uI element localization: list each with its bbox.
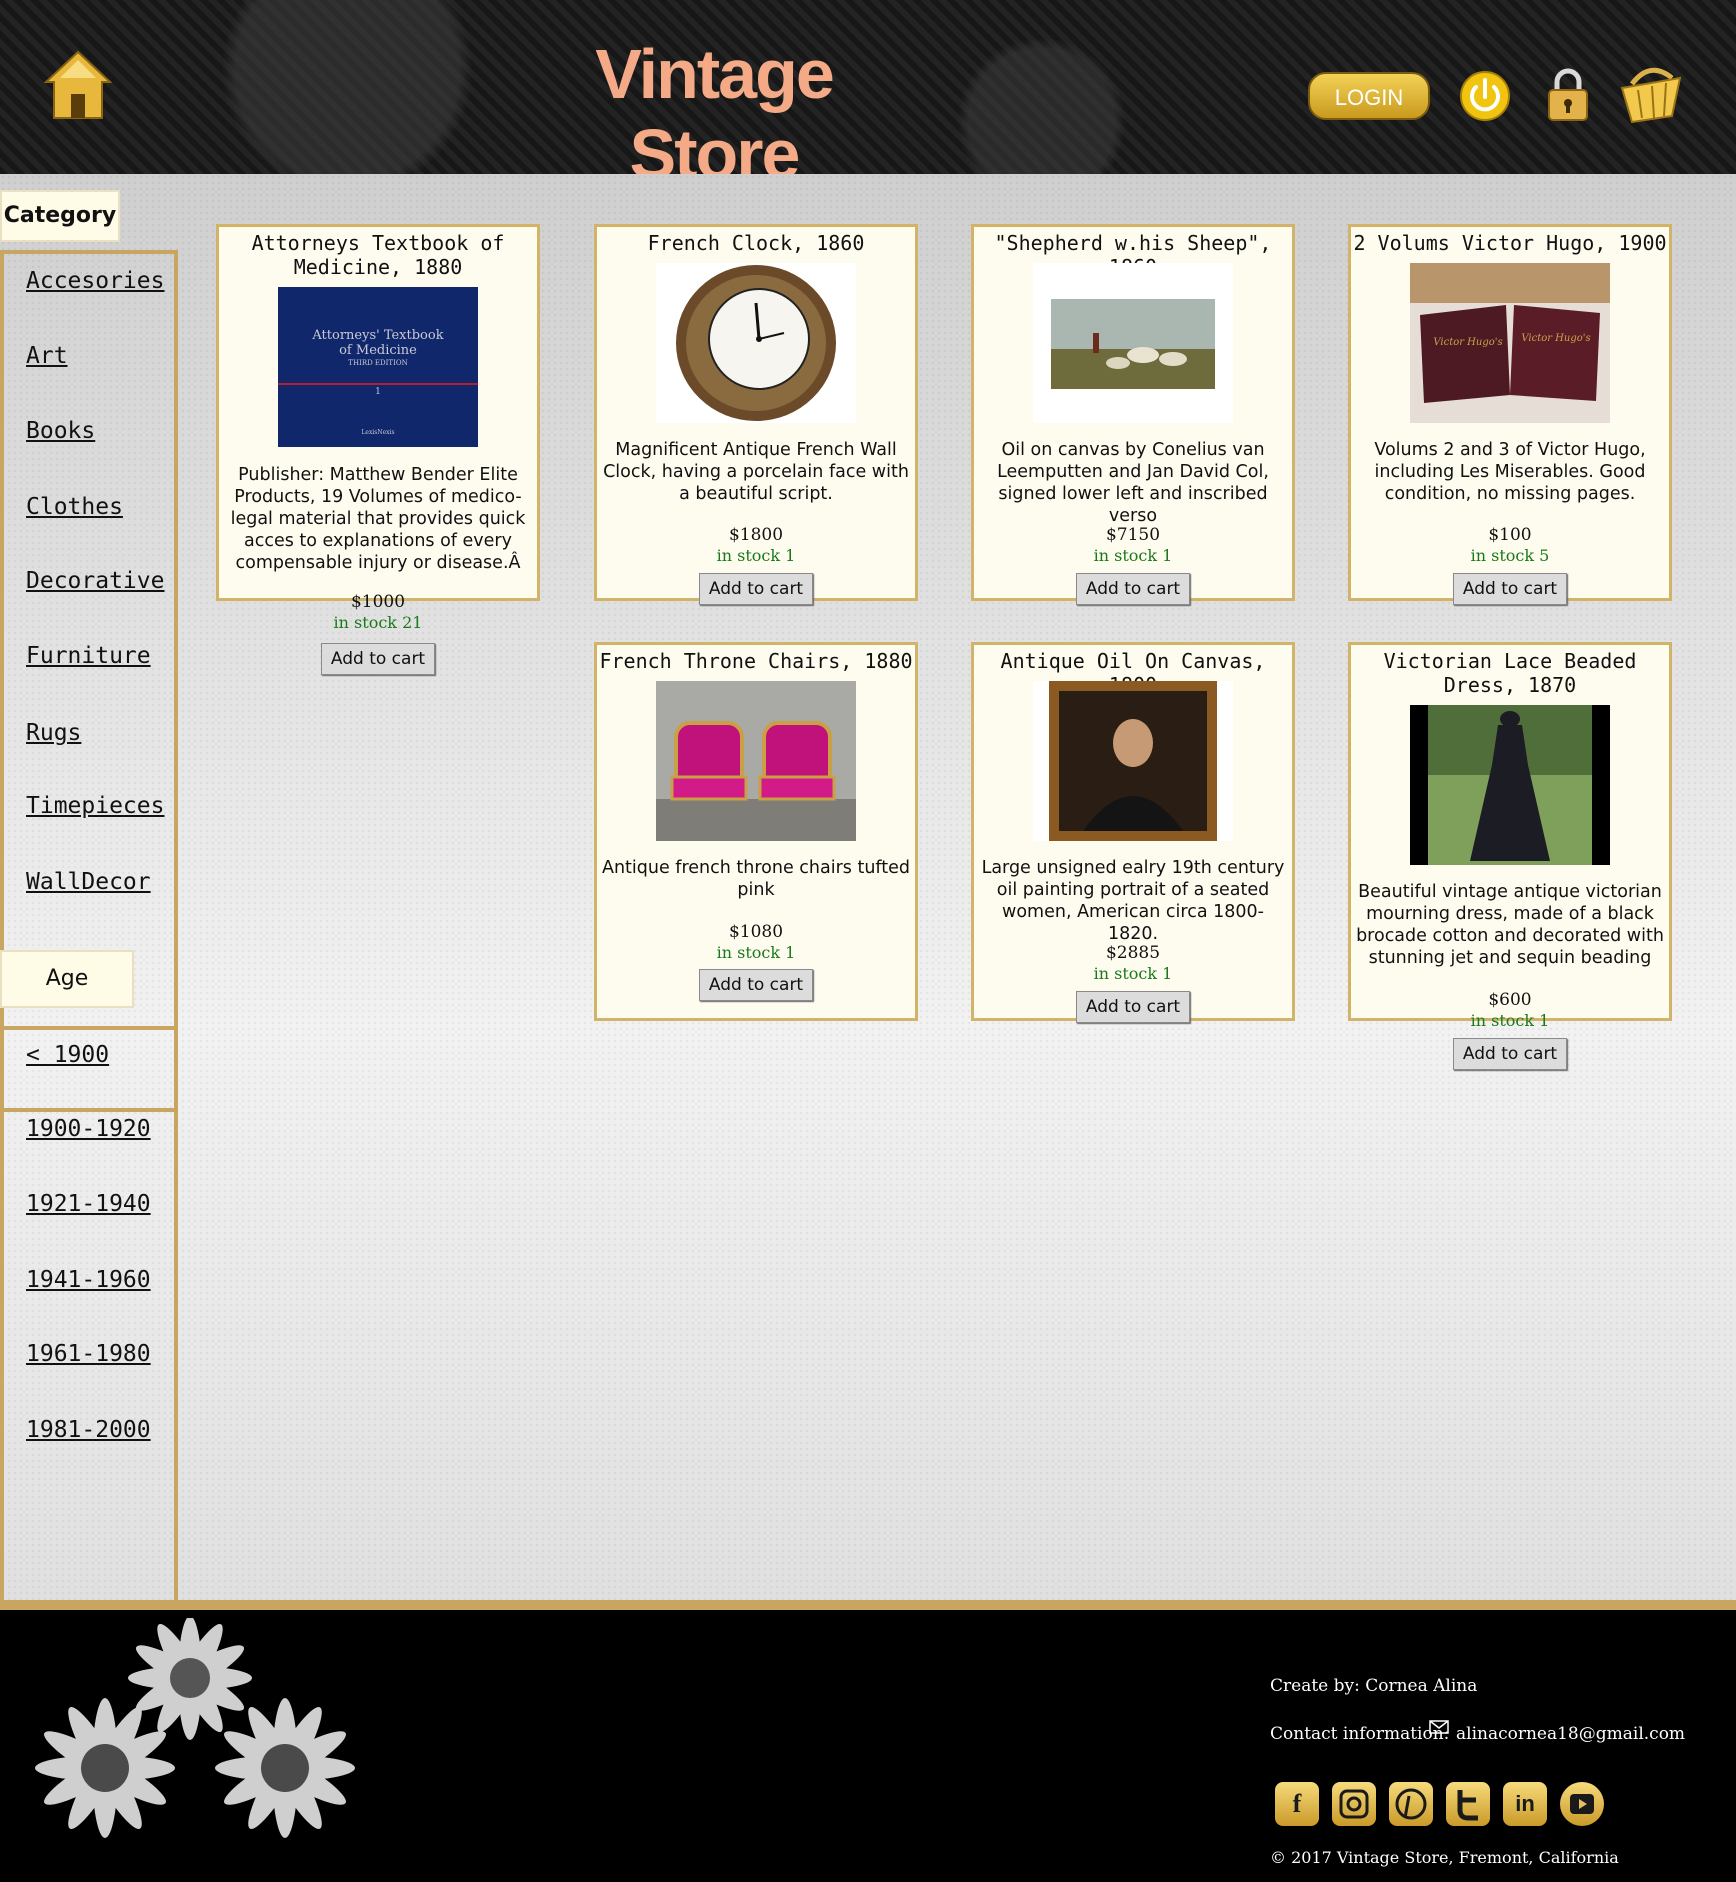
footer-copyright: © 2017 Vintage Store, Fremont, Californi… bbox=[1270, 1848, 1619, 1867]
product-title: Victorian Lace Beaded Dress, 1870 bbox=[1383, 649, 1637, 697]
facebook-icon[interactable]: f bbox=[1275, 1782, 1319, 1826]
product-description: Volums 2 and 3 of Victor Hugo, including… bbox=[1374, 440, 1646, 504]
product-price: $1080 bbox=[728, 922, 784, 942]
age-list: < 1900 1900-1920 1921-1940 1941-1960 196… bbox=[0, 1026, 178, 1656]
add-to-cart-button[interactable]: Add to cart bbox=[699, 573, 813, 605]
product-card-throne-chairs: French Throne Chairs, 1880 Antique frenc… bbox=[594, 642, 918, 1021]
product-card-victorian-dress: Victorian Lace Beaded Dress, 1870 Beauti… bbox=[1348, 642, 1672, 1070]
product-price: $2885 bbox=[1105, 943, 1161, 963]
add-to-cart-button[interactable]: Add to cart bbox=[1076, 991, 1190, 1023]
footer-credit: Create by: Cornea Alina bbox=[1270, 1676, 1478, 1696]
age-link-before-1900[interactable]: < 1900 bbox=[26, 1042, 109, 1068]
product-price: $7150 bbox=[1105, 525, 1161, 545]
product-price: $100 bbox=[1488, 525, 1532, 545]
product-title: Attorneys Textbook of Medicine, 1880 bbox=[251, 231, 505, 279]
footer-contact-label: Contact information: bbox=[1270, 1724, 1450, 1744]
category-link-accesories[interactable]: Accesories bbox=[26, 268, 164, 294]
product-description: Publisher: Matthew Bender Elite Products… bbox=[230, 465, 526, 573]
power-icon[interactable] bbox=[1459, 70, 1511, 122]
product-stock: in stock 1 bbox=[1093, 964, 1173, 983]
product-image-throne-chairs[interactable] bbox=[656, 681, 856, 841]
product-description: Beautiful vintage antique victorian mour… bbox=[1356, 882, 1664, 968]
category-link-furniture[interactable]: Furniture bbox=[26, 643, 151, 669]
category-title: Category bbox=[0, 190, 120, 242]
product-stock: in stock 1 bbox=[716, 546, 796, 565]
svg-text:1: 1 bbox=[375, 387, 381, 397]
product-image-victorian-dress[interactable] bbox=[1410, 705, 1610, 865]
product-stock: in stock 1 bbox=[1093, 546, 1173, 565]
product-stock: in stock 5 bbox=[1470, 546, 1550, 565]
product-card-shepherd: "Shepherd w.his Sheep", 1860 Oil on canv… bbox=[971, 224, 1295, 605]
product-stock: in stock 21 bbox=[333, 613, 423, 632]
category-link-rugs[interactable]: Rugs bbox=[26, 720, 81, 746]
product-description: Antique french throne chairs tufted pink bbox=[601, 858, 911, 900]
main-content: Category Accesories Art Books Clothes De… bbox=[0, 174, 1736, 1656]
product-title: French Throne Chairs, 1880 bbox=[599, 649, 913, 673]
product-image-textbook[interactable]: Attorneys' Textbook of Medicine THIRD ED… bbox=[278, 287, 478, 447]
category-link-decorative[interactable]: Decorative bbox=[26, 568, 164, 594]
daisy-flowers-image bbox=[35, 1618, 355, 1838]
twitter-icon[interactable] bbox=[1446, 1782, 1490, 1826]
product-title: 2 Volums Victor Hugo, 1900 bbox=[1353, 231, 1667, 255]
category-link-books[interactable]: Books bbox=[26, 418, 95, 444]
svg-text:Attorneys' Textbook: Attorneys' Textbook bbox=[311, 328, 443, 343]
category-link-walldecor[interactable]: WallDecor bbox=[26, 869, 151, 895]
product-image-portrait-painting[interactable] bbox=[1033, 681, 1233, 841]
lock-icon[interactable] bbox=[1546, 66, 1590, 122]
footer-email-link[interactable]: alinacornea18@gmail.com bbox=[1456, 1724, 1685, 1744]
product-card-victor-hugo: 2 Volums Victor Hugo, 1900 Victor Hugo's… bbox=[1348, 224, 1672, 605]
add-to-cart-button[interactable]: Add to cart bbox=[699, 969, 813, 1001]
age-link-1921-1940[interactable]: 1921-1940 bbox=[26, 1191, 151, 1217]
svg-text:Victor Hugo's: Victor Hugo's bbox=[1433, 337, 1502, 348]
add-to-cart-button[interactable]: Add to cart bbox=[1453, 573, 1567, 605]
product-card-antique-oil: Antique Oil On Canvas, 1800 Large unsign… bbox=[971, 642, 1295, 1023]
youtube-icon[interactable] bbox=[1560, 1782, 1604, 1826]
site-footer: Create by: Cornea Alina Contact informat… bbox=[0, 1600, 1736, 1882]
age-link-1961-1980[interactable]: 1961-1980 bbox=[26, 1341, 151, 1367]
product-price: $600 bbox=[1488, 990, 1532, 1010]
category-link-timepieces[interactable]: Timepieces bbox=[26, 793, 164, 819]
age-link-1900-1920[interactable]: 1900-1920 bbox=[26, 1116, 151, 1142]
product-title: French Clock, 1860 bbox=[647, 231, 865, 255]
mail-icon bbox=[1429, 1720, 1449, 1734]
login-button[interactable]: LOGIN bbox=[1308, 72, 1430, 120]
product-description: Large unsigned ealry 19th century oil pa… bbox=[981, 858, 1285, 944]
add-to-cart-button[interactable]: Add to cart bbox=[1453, 1038, 1567, 1070]
add-to-cart-button[interactable]: Add to cart bbox=[1076, 573, 1190, 605]
product-stock: in stock 1 bbox=[1470, 1011, 1550, 1030]
product-description: Oil on canvas by Conelius van Leemputten… bbox=[997, 440, 1269, 526]
product-card-french-clock: French Clock, 1860 Magnificent Antique F… bbox=[594, 224, 918, 605]
site-title: Vintage Store bbox=[595, 35, 835, 193]
product-price: $1800 bbox=[728, 525, 784, 545]
pinterest-icon[interactable] bbox=[1389, 1782, 1433, 1826]
site-header: Vintage Store LOGIN bbox=[0, 0, 1736, 193]
svg-text:LexisNexis: LexisNexis bbox=[361, 429, 394, 436]
product-image-clock[interactable] bbox=[656, 263, 856, 423]
instagram-icon[interactable] bbox=[1332, 1782, 1376, 1826]
age-title: Age bbox=[0, 950, 134, 1008]
svg-text:Victor Hugo's: Victor Hugo's bbox=[1521, 333, 1590, 344]
linkedin-icon[interactable]: in bbox=[1503, 1782, 1547, 1826]
category-link-clothes[interactable]: Clothes bbox=[26, 494, 123, 520]
age-link-1981-2000[interactable]: 1981-2000 bbox=[26, 1417, 151, 1443]
product-image-victor-hugo-books[interactable]: Victor Hugo's Victor Hugo's bbox=[1410, 263, 1610, 423]
product-price: $1000 bbox=[350, 592, 406, 612]
shopping-basket-icon[interactable] bbox=[1620, 64, 1682, 124]
svg-text:of Medicine: of Medicine bbox=[339, 343, 417, 358]
svg-text:THIRD EDITION: THIRD EDITION bbox=[348, 359, 407, 367]
product-stock: in stock 1 bbox=[716, 943, 796, 962]
product-card-attorneys-textbook: Attorneys Textbook of Medicine, 1880 Att… bbox=[216, 224, 540, 675]
product-description: Magnificent Antique French Wall Clock, h… bbox=[603, 440, 909, 504]
add-to-cart-button[interactable]: Add to cart bbox=[321, 643, 435, 675]
age-link-1941-1960[interactable]: 1941-1960 bbox=[26, 1267, 151, 1293]
product-image-shepherd-painting[interactable] bbox=[1033, 263, 1233, 423]
category-link-art[interactable]: Art bbox=[26, 343, 68, 369]
home-icon[interactable] bbox=[44, 50, 112, 122]
